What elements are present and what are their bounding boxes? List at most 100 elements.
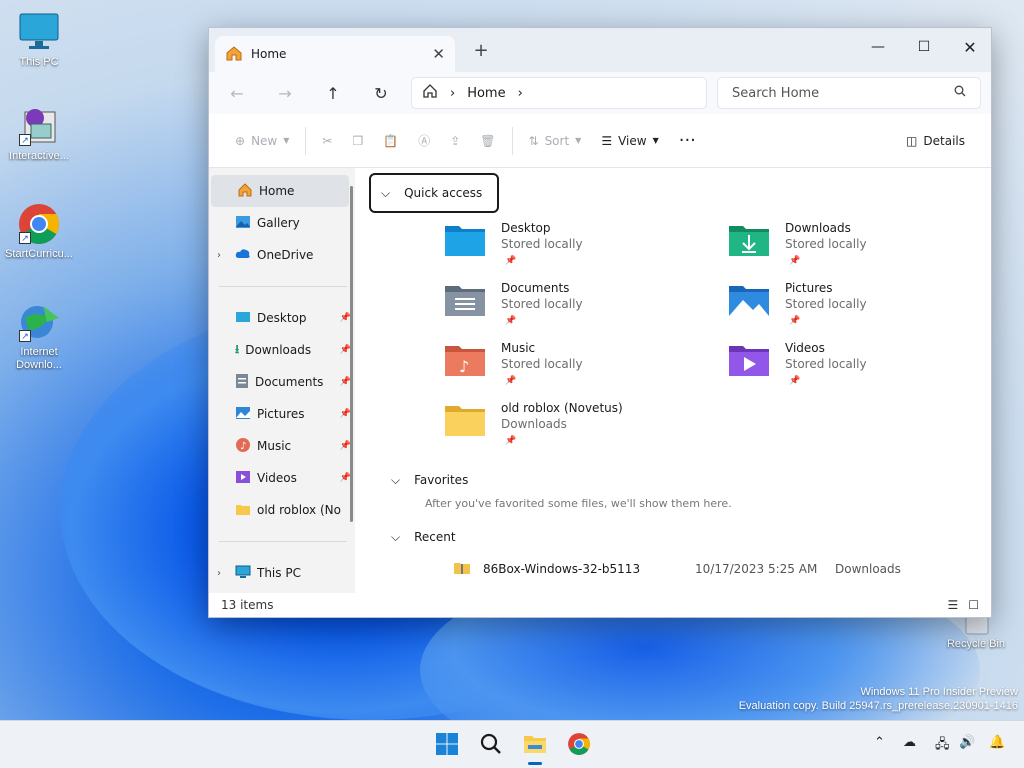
recent-file-location: Downloads: [835, 562, 901, 576]
quick-access-old-roblox[interactable]: old roblox (Novetus) Downloads 📌: [443, 400, 683, 456]
title-bar[interactable]: Home ✕ + — ☐ ✕: [209, 28, 991, 72]
paste-button[interactable]: 📋: [373, 125, 408, 157]
quick-access-header[interactable]: ⌵ Quick access: [369, 173, 499, 213]
forward-arrow-icon: →: [278, 83, 292, 103]
show-hidden-icons-chevron-up-icon[interactable]: ⌃: [874, 735, 885, 750]
chrome-icon: ↗: [17, 202, 61, 246]
file-explorer-window: Home ✕ + — ☐ ✕ ← → ↑ ↻ › Home › Search H…: [208, 27, 992, 618]
details-button[interactable]: ◫ Details: [896, 125, 975, 157]
nav-label: Home: [259, 184, 295, 198]
desktop-icon-internet-download[interactable]: ↗ Internet Downlo...: [0, 300, 78, 372]
item-name: Downloads: [785, 221, 851, 235]
nav-item-music[interactable]: ♪ Music 📌: [209, 430, 355, 462]
back-button[interactable]: ←: [215, 77, 259, 109]
sort-button[interactable]: ⇅ Sort ▼: [519, 125, 592, 157]
nav-item-old-roblox[interactable]: old roblox (Novetus): [209, 494, 355, 526]
video-icon: [235, 470, 251, 487]
scissors-icon: ✂: [322, 133, 333, 148]
pin-icon: 📌: [505, 316, 517, 326]
copy-button[interactable]: ❐: [342, 125, 373, 157]
details-view-icon[interactable]: ☰: [947, 598, 958, 612]
shortcut-arrow-icon: ↗: [19, 134, 31, 146]
nav-item-gallery[interactable]: Gallery: [209, 207, 355, 239]
close-window-button[interactable]: ✕: [947, 32, 991, 62]
share-button[interactable]: ⇪: [440, 125, 470, 157]
nav-item-documents[interactable]: Documents 📌: [209, 366, 355, 398]
recent-file-date: 10/17/2023 5:25 AM: [695, 562, 818, 576]
quick-access-videos[interactable]: Videos Stored locally 📌: [727, 340, 967, 396]
breadcrumb-home[interactable]: Home: [467, 86, 505, 101]
more-options-button[interactable]: ···: [669, 125, 706, 157]
search-input[interactable]: Search Home: [732, 86, 819, 101]
desktop-icon-chrome[interactable]: ↗ StartCurricu...: [0, 202, 78, 261]
nav-item-videos[interactable]: Videos 📌: [209, 462, 355, 494]
quick-access-desktop[interactable]: Desktop Stored locally 📌: [443, 220, 683, 276]
maximize-button[interactable]: ☐: [901, 32, 947, 62]
tab-home[interactable]: Home ✕: [215, 36, 455, 72]
nav-item-desktop[interactable]: Desktop 📌: [209, 302, 355, 334]
chrome-taskbar-button[interactable]: [563, 729, 595, 761]
delete-button[interactable]: 🗑: [470, 125, 505, 157]
start-button[interactable]: [431, 729, 463, 761]
recent-file-name: 86Box-Windows-32-b5113: [483, 562, 641, 576]
nav-item-this-pc[interactable]: › This PC: [209, 557, 355, 589]
notification-bell-icon[interactable]: 🔔: [989, 735, 1005, 750]
tiles-view-icon[interactable]: ☐: [968, 598, 979, 612]
quick-access-pictures[interactable]: Pictures Stored locally 📌: [727, 280, 967, 336]
network-icon[interactable]: 🖧: [935, 735, 950, 757]
nav-item-home[interactable]: Home: [211, 175, 349, 207]
item-location: Downloads: [501, 417, 567, 431]
desktop-folder-icon: [443, 222, 487, 258]
close-tab-icon[interactable]: ✕: [432, 45, 445, 63]
refresh-icon: ↻: [374, 83, 388, 103]
rename-button[interactable]: Ⓐ: [408, 125, 440, 157]
search-button[interactable]: [475, 729, 507, 761]
nav-label: OneDrive: [257, 248, 314, 262]
breadcrumb[interactable]: › Home ›: [411, 77, 707, 109]
nav-item-onedrive[interactable]: › OneDrive: [209, 239, 355, 271]
nav-item-pictures[interactable]: Pictures 📌: [209, 398, 355, 430]
forward-button[interactable]: →: [263, 77, 307, 109]
onedrive-status-icon[interactable]: ☁: [903, 735, 916, 750]
chevron-right-icon: ›: [450, 85, 456, 101]
nav-scrollbar[interactable]: [350, 186, 353, 522]
search-box[interactable]: Search Home: [717, 77, 981, 109]
explorer-body: Home Gallery › OneDrive Desktop 📌 ⭳ Down…: [209, 168, 991, 593]
view-button[interactable]: ☰ View ▼: [591, 125, 668, 157]
minimize-button[interactable]: —: [855, 32, 901, 62]
folder-icon: [235, 502, 251, 519]
favorites-header[interactable]: ⌵ Favorites: [379, 463, 991, 497]
refresh-button[interactable]: ↻: [359, 77, 403, 109]
chevron-down-icon: ▼: [652, 136, 659, 145]
recent-header[interactable]: ⌵ Recent: [379, 520, 991, 554]
nav-divider: [219, 286, 347, 287]
item-name: Pictures: [785, 281, 833, 295]
chevron-right-icon[interactable]: ›: [217, 250, 229, 261]
details-pane-icon: ◫: [906, 133, 918, 148]
recent-row[interactable]: 86Box-Windows-32-b5113 10/17/2023 5:25 A…: [379, 554, 991, 584]
file-explorer-taskbar-button[interactable]: [519, 729, 551, 765]
item-location: Stored locally: [785, 297, 867, 311]
chevron-down-icon: ⌵: [391, 529, 401, 544]
quick-access-documents[interactable]: Documents Stored locally 📌: [443, 280, 683, 336]
quick-access-music[interactable]: ♪ Music Stored locally 📌: [443, 340, 683, 396]
desktop-icon-this-pc[interactable]: This PC: [0, 10, 78, 69]
rename-icon: Ⓐ: [418, 134, 431, 148]
nav-item-downloads[interactable]: ⭳ Downloads 📌: [209, 334, 355, 366]
folder-icon: [523, 733, 547, 758]
ellipsis-icon: ···: [678, 130, 696, 151]
item-location: Stored locally: [501, 357, 583, 371]
desktop-icon-interactive[interactable]: ↗ Interactive...: [0, 104, 78, 163]
cut-button[interactable]: ✂: [312, 125, 342, 157]
navigation-pane: Home Gallery › OneDrive Desktop 📌 ⭳ Down…: [209, 168, 355, 593]
new-tab-button[interactable]: +: [469, 40, 493, 61]
toolbar-divider: [511, 126, 513, 155]
desktop-folder-icon: [235, 310, 251, 327]
volume-icon[interactable]: 🔊: [959, 735, 975, 750]
chevron-right-icon[interactable]: ›: [518, 86, 523, 101]
quick-access-downloads[interactable]: Downloads Stored locally 📌: [727, 220, 967, 276]
cloud-icon: [235, 248, 251, 263]
up-button[interactable]: ↑: [311, 77, 355, 109]
new-button[interactable]: ⊕ New ▼: [225, 125, 299, 157]
chevron-right-icon[interactable]: ›: [217, 568, 229, 579]
